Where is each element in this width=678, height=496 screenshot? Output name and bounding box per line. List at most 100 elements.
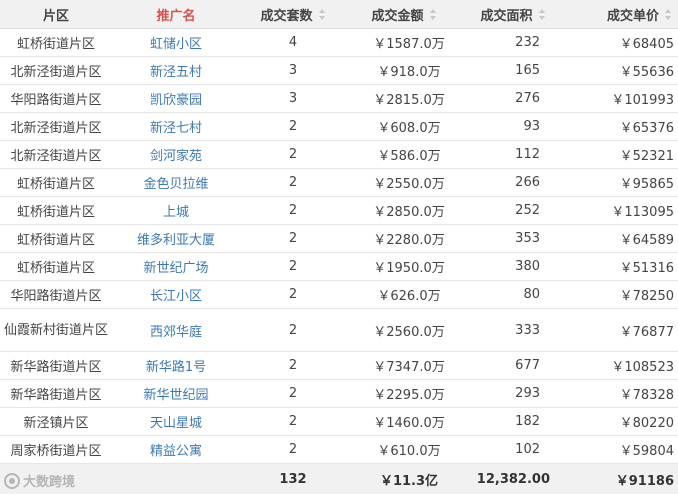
cell-count: 2 (240, 351, 346, 380)
cell-unit-price: ￥78328 (564, 379, 678, 408)
cell-unit-price: ￥68405 (564, 28, 678, 57)
cell-area: 虹桥街道片区 (0, 28, 112, 57)
cell-unit-price: ￥51316 (564, 252, 678, 281)
community-link[interactable]: 新泾七村 (150, 121, 202, 136)
table-body: 虹桥街道片区 虹储小区 4 ￥1587.0万 232 ￥68405 北新泾街道片区 新泾五村 3… (0, 28, 678, 464)
total-unit-price: ￥91186 (564, 463, 678, 494)
cell-floor-area: 102 (462, 435, 564, 464)
cell-amount: ￥2560.0万 (346, 308, 462, 352)
cell-unit-price: ￥52321 (564, 140, 678, 169)
deals-table: 片区 推广名 成交套数 成交金额 成交面积 成交单价 虹桥街道片区 虹储小区 4… (0, 0, 678, 494)
cell-count: 2 (240, 196, 346, 225)
community-link[interactable]: 虹储小区 (150, 37, 202, 52)
cell-floor-area: 293 (462, 379, 564, 408)
cell-unit-price: ￥76877 (564, 308, 678, 352)
cell-floor-area: 112 (462, 140, 564, 169)
cell-name: 维多利亚大厦 (112, 224, 240, 253)
table-footer-totals: 132 ￥11.3亿 12,382.00 ￥91186 (0, 463, 678, 494)
community-link[interactable]: 剑河家苑 (150, 149, 202, 164)
cell-amount: ￥610.0万 (346, 435, 462, 464)
community-link[interactable]: 新华世纪园 (143, 388, 208, 403)
cell-unit-price: ￥95865 (564, 168, 678, 197)
cell-count: 2 (240, 280, 346, 309)
cell-area: 周家桥街道片区 (0, 435, 112, 464)
community-link[interactable]: 新华路1号 (146, 360, 206, 375)
community-link[interactable]: 维多利亚大厦 (137, 233, 215, 248)
cell-area: 虹桥街道片区 (0, 168, 112, 197)
community-link[interactable]: 上城 (163, 205, 189, 220)
community-link[interactable]: 金色贝拉维 (143, 177, 208, 192)
community-link[interactable]: 新泾五村 (150, 65, 202, 80)
cell-amount: ￥586.0万 (346, 140, 462, 169)
cell-area: 华阳路街道片区 (0, 280, 112, 309)
cell-floor-area: 677 (462, 351, 564, 380)
cell-amount: ￥2815.0万 (346, 84, 462, 113)
cell-area: 北新泾街道片区 (0, 112, 112, 141)
cell-floor-area: 80 (462, 280, 564, 309)
cell-unit-price: ￥65376 (564, 112, 678, 141)
cell-count: 2 (240, 435, 346, 464)
cell-name: 虹储小区 (112, 28, 240, 57)
cell-area: 北新泾街道片区 (0, 56, 112, 85)
table-row: 虹桥街道片区 新世纪广场 2 ￥1950.0万 380 ￥51316 (0, 252, 678, 281)
cell-area: 仙霞新村街道片区 (0, 308, 112, 352)
table-header: 片区 推广名 成交套数 成交金额 成交面积 成交单价 (0, 0, 678, 29)
sort-icon[interactable] (665, 8, 672, 20)
cell-count: 3 (240, 84, 346, 113)
cell-amount: ￥626.0万 (346, 280, 462, 309)
cell-amount: ￥918.0万 (346, 56, 462, 85)
cell-amount: ￥1950.0万 (346, 252, 462, 281)
cell-amount: ￥2280.0万 (346, 224, 462, 253)
cell-name: 剑河家苑 (112, 140, 240, 169)
cell-amount: ￥2550.0万 (346, 168, 462, 197)
cell-unit-price: ￥55636 (564, 56, 678, 85)
cell-unit-price: ￥64589 (564, 224, 678, 253)
header-unit-price[interactable]: 成交单价 (564, 0, 678, 29)
table-row: 新华路街道片区 新华路1号 2 ￥7347.0万 677 ￥108523 (0, 351, 678, 380)
cell-count: 2 (240, 407, 346, 436)
community-link[interactable]: 新世纪广场 (143, 261, 208, 276)
total-count: 132 (240, 463, 346, 494)
header-floor-area[interactable]: 成交面积 (462, 0, 564, 29)
header-name[interactable]: 推广名 (112, 0, 240, 29)
cell-name: 凯欣豪园 (112, 84, 240, 113)
cell-floor-area: 252 (462, 196, 564, 225)
cell-floor-area: 276 (462, 84, 564, 113)
table-row: 新泾镇片区 天山星城 2 ￥1460.0万 182 ￥80220 (0, 407, 678, 436)
table-row: 虹桥街道片区 上城 2 ￥2850.0万 252 ￥113095 (0, 196, 678, 225)
cell-area: 虹桥街道片区 (0, 252, 112, 281)
cell-count: 4 (240, 28, 346, 57)
cell-count: 2 (240, 224, 346, 253)
cell-floor-area: 165 (462, 56, 564, 85)
table-row: 北新泾街道片区 剑河家苑 2 ￥586.0万 112 ￥52321 (0, 140, 678, 169)
cell-count: 2 (240, 308, 346, 352)
table-row: 北新泾街道片区 新泾五村 3 ￥918.0万 165 ￥55636 (0, 56, 678, 85)
cell-count: 2 (240, 252, 346, 281)
community-link[interactable]: 凯欣豪园 (150, 93, 202, 108)
cell-unit-price: ￥80220 (564, 407, 678, 436)
total-name-empty (112, 463, 240, 494)
sort-icon[interactable] (429, 8, 437, 20)
sort-icon[interactable] (538, 8, 546, 20)
table-row: 仙霞新村街道片区 西郊华庭 2 ￥2560.0万 333 ￥76877 (0, 308, 678, 352)
community-link[interactable]: 天山星城 (150, 416, 202, 431)
table-row: 周家桥街道片区 精益公寓 2 ￥610.0万 102 ￥59804 (0, 435, 678, 464)
header-amount[interactable]: 成交金额 (346, 0, 462, 29)
cell-count: 2 (240, 112, 346, 141)
community-link[interactable]: 精益公寓 (150, 444, 202, 459)
sort-icon[interactable] (318, 8, 326, 20)
header-count[interactable]: 成交套数 (240, 0, 346, 29)
cell-name: 西郊华庭 (112, 308, 240, 352)
cell-name: 天山星城 (112, 407, 240, 436)
cell-amount: ￥7347.0万 (346, 351, 462, 380)
cell-amount: ￥2295.0万 (346, 379, 462, 408)
cell-floor-area: 182 (462, 407, 564, 436)
cell-count: 2 (240, 168, 346, 197)
cell-amount: ￥608.0万 (346, 112, 462, 141)
table-row: 新华路街道片区 新华世纪园 2 ￥2295.0万 293 ￥78328 (0, 379, 678, 408)
cell-floor-area: 353 (462, 224, 564, 253)
logo-icon (4, 472, 20, 489)
community-link[interactable]: 西郊华庭 (150, 325, 202, 340)
community-link[interactable]: 长江小区 (150, 289, 202, 304)
cell-amount: ￥2850.0万 (346, 196, 462, 225)
